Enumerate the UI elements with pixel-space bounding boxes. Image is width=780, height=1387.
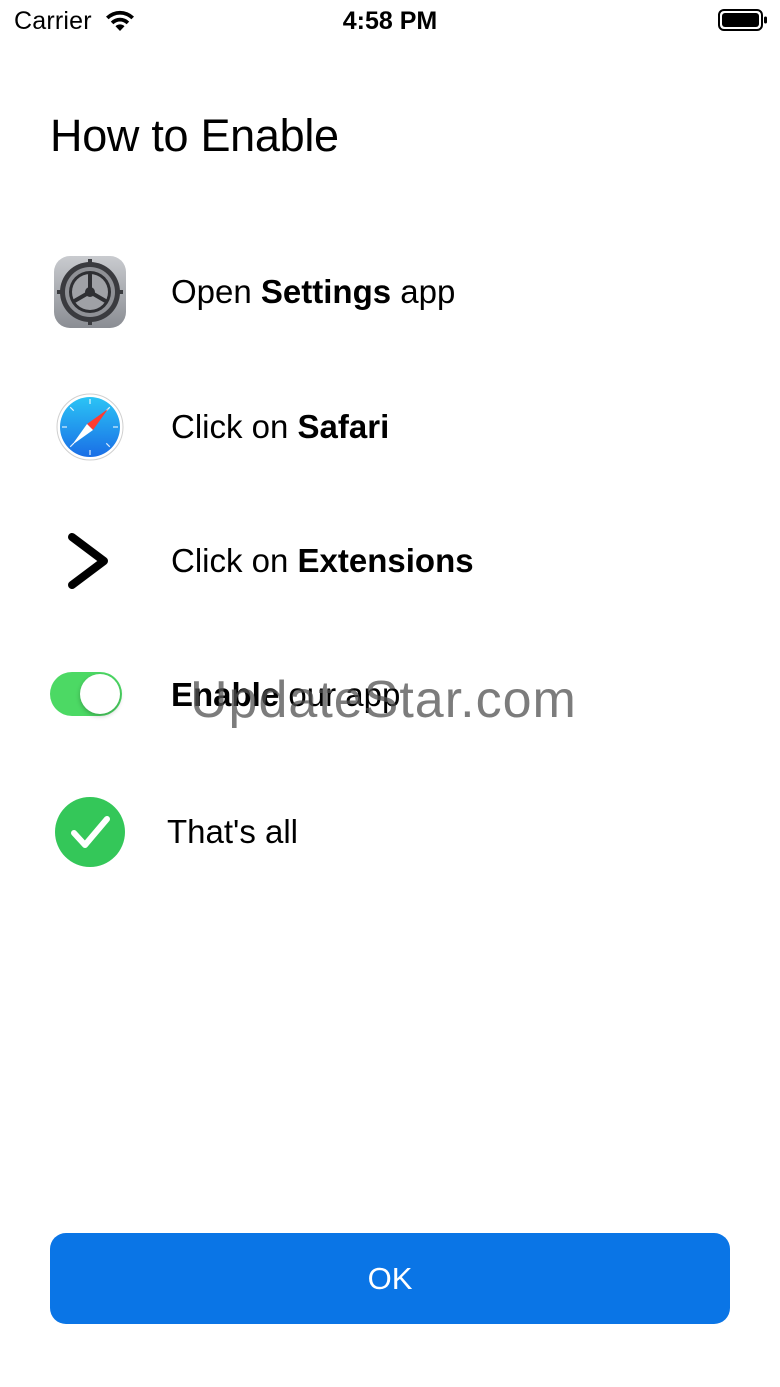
ok-button[interactable]: OK	[50, 1233, 730, 1324]
settings-icon	[54, 256, 126, 328]
step-open-settings: Open Settings app	[0, 252, 780, 332]
toggle-track	[50, 672, 122, 716]
step-enable-app-label: Enable our app	[171, 676, 401, 713]
chevron-right-icon	[68, 533, 108, 589]
step-open-settings-label: Open Settings app	[171, 273, 456, 310]
step-thats-all-label: That's all	[167, 813, 299, 850]
step-click-extensions-label: Click on Extensions	[171, 542, 474, 579]
safari-icon	[56, 393, 124, 461]
toggle-switch-icon	[50, 655, 130, 735]
battery-icon	[718, 9, 767, 31]
toggle-knob	[80, 674, 120, 714]
status-bar: Carrier 4:58 PM	[0, 0, 780, 44]
status-time: 4:58 PM	[342, 7, 438, 35]
step-click-safari-label: Click on Safari	[171, 408, 390, 445]
step-click-extensions: Click on Extensions	[0, 521, 780, 601]
step-enable-app: Enable our app	[0, 655, 780, 735]
checkmark-circle-icon	[55, 797, 125, 867]
page-title: How to Enable	[50, 110, 339, 161]
step-click-safari: Click on Safari	[0, 387, 780, 467]
step-thats-all: That's all	[0, 792, 780, 872]
